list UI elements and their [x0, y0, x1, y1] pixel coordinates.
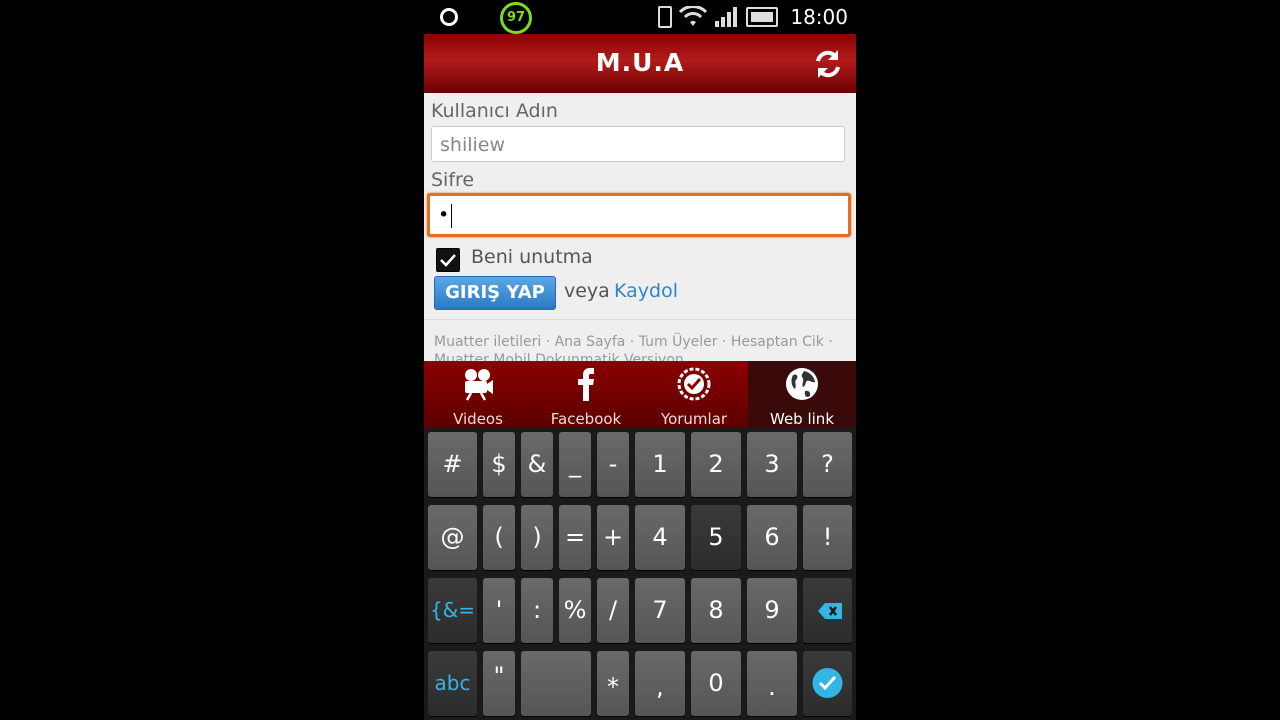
key-question[interactable]: ? [803, 432, 852, 497]
key-paren-open[interactable]: ( [483, 505, 515, 570]
video-camera-icon [461, 367, 495, 401]
key-plus[interactable]: + [597, 505, 629, 570]
login-form: Kullanıcı Adın shiliew Sifre • Beni unut… [424, 93, 856, 361]
login-button[interactable]: GIRIŞ YAP [434, 276, 556, 310]
register-link[interactable]: Kaydol [614, 280, 678, 302]
app-title: M.U.A [595, 48, 685, 77]
status-icons: 18:00 [658, 0, 848, 34]
key-hyphen[interactable]: - [597, 432, 629, 497]
key-underscore[interactable]: _ [559, 432, 591, 497]
notification-circle-icon [440, 8, 458, 26]
facebook-icon [569, 367, 603, 401]
tab-facebook[interactable]: Facebook [532, 361, 640, 428]
refresh-icon[interactable] [812, 48, 844, 80]
phone-screen: 97 18:00 M.U.A Kullanıcı Adın shiliew Si… [424, 0, 856, 720]
key-5[interactable]: 5 [691, 505, 741, 570]
done-check-icon [812, 668, 843, 698]
wifi-icon [678, 6, 708, 28]
key-9[interactable]: 9 [747, 578, 797, 643]
key-done[interactable] [803, 651, 852, 716]
key-3[interactable]: 3 [747, 432, 797, 497]
bottom-tab-bar: Videos Facebook Yorumlar Web link [424, 361, 856, 428]
key-0[interactable]: 0 [691, 651, 741, 716]
key-symbols-more[interactable]: {&= [428, 578, 477, 643]
key-percent[interactable]: % [559, 578, 591, 643]
password-value: • [438, 204, 450, 226]
key-hash[interactable]: # [428, 432, 477, 497]
key-6[interactable]: 6 [747, 505, 797, 570]
text-caret [451, 203, 453, 228]
remember-label[interactable]: Beni unutma [471, 246, 593, 268]
vibrate-icon [658, 6, 673, 28]
key-colon[interactable]: : [521, 578, 553, 643]
key-exclamation[interactable]: ! [803, 505, 852, 570]
password-input[interactable]: • [427, 193, 851, 237]
key-dollar[interactable]: $ [483, 432, 515, 497]
or-text: veya [564, 280, 610, 302]
key-8[interactable]: 8 [691, 578, 741, 643]
tab-web-link[interactable]: Web link [748, 361, 856, 428]
key-ampersand[interactable]: & [521, 432, 553, 497]
battery-badge-icon: 97 [500, 2, 532, 34]
key-4[interactable]: 4 [635, 505, 685, 570]
username-label: Kullanıcı Adın [431, 100, 558, 122]
key-1[interactable]: 1 [635, 432, 685, 497]
key-asterisk[interactable]: * [597, 651, 629, 716]
backspace-icon [818, 603, 842, 619]
battery-icon [746, 7, 779, 27]
tab-web-link-label: Web link [770, 410, 834, 428]
badge-check-icon [677, 367, 711, 401]
tab-yorumlar[interactable]: Yorumlar [640, 361, 748, 428]
key-comma[interactable]: , [635, 651, 685, 716]
tab-videos-label: Videos [453, 410, 503, 428]
key-slash[interactable]: / [597, 578, 629, 643]
divider [424, 319, 856, 320]
key-quote[interactable]: " [483, 651, 515, 716]
password-label: Sifre [431, 169, 475, 191]
key-at[interactable]: @ [428, 505, 477, 570]
key-backspace[interactable] [803, 578, 852, 643]
footer-links[interactable]: Muatter iletileri · Ana Sayfa · Tum Üyel… [434, 333, 854, 361]
key-equals[interactable]: = [559, 505, 591, 570]
key-2[interactable]: 2 [691, 432, 741, 497]
key-apostrophe[interactable]: ' [483, 578, 515, 643]
key-space[interactable] [521, 651, 591, 716]
symbol-keyboard: # $ & _ - 1 2 3 ? @ ( ) = + 4 5 6 ! {&= … [424, 428, 856, 720]
key-7[interactable]: 7 [635, 578, 685, 643]
tab-videos[interactable]: Videos [424, 361, 532, 428]
signal-icon [714, 6, 740, 28]
clock: 18:00 [790, 5, 848, 29]
tab-facebook-label: Facebook [550, 410, 622, 428]
key-abc[interactable]: abc [428, 651, 477, 716]
app-bar: M.U.A [424, 34, 856, 93]
key-paren-close[interactable]: ) [521, 505, 553, 570]
key-period[interactable]: . [747, 651, 797, 716]
globe-icon [785, 367, 819, 401]
status-bar: 97 18:00 [424, 0, 856, 34]
remember-checkbox[interactable] [436, 248, 460, 272]
tab-yorumlar-label: Yorumlar [660, 410, 728, 428]
username-input[interactable]: shiliew [431, 126, 845, 162]
